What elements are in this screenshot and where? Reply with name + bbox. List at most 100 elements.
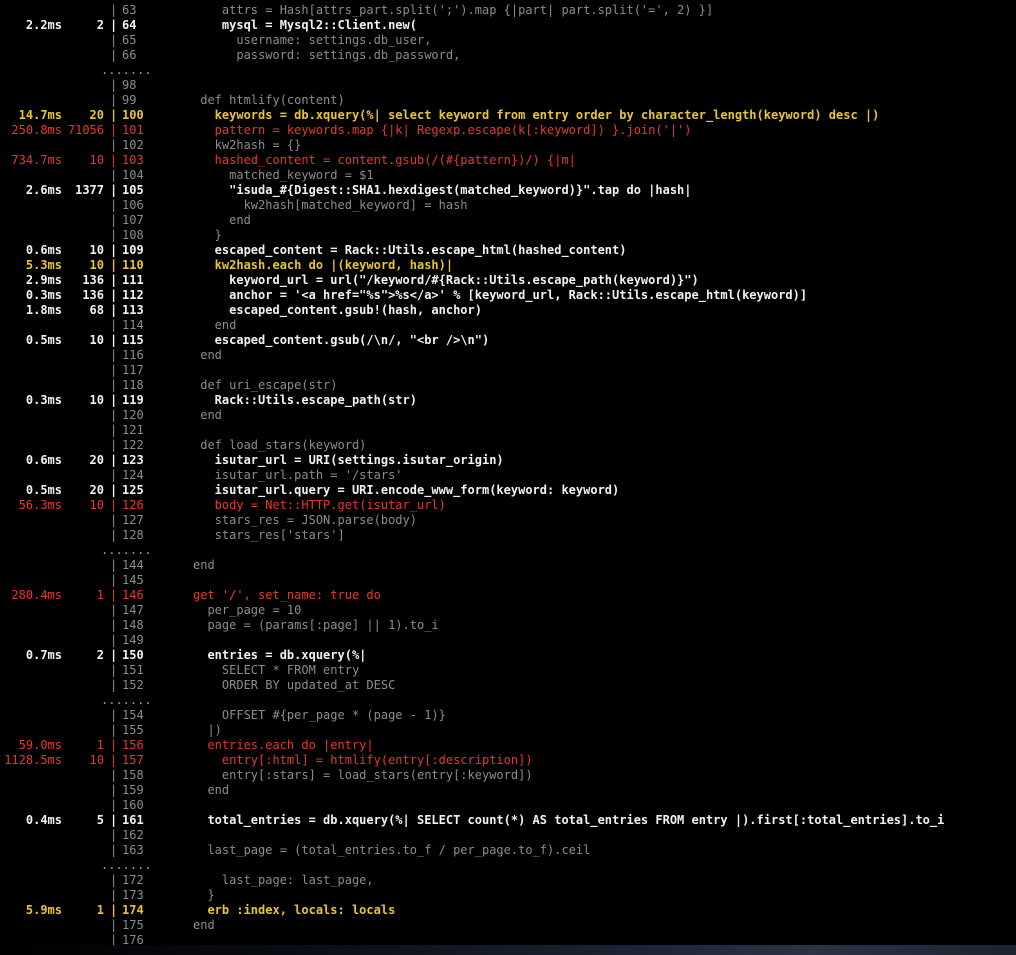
source-code: end xyxy=(193,408,222,422)
profiler-output: | 63 attrs = Hash[attrs_part.split(';').m… xyxy=(0,3,1016,948)
column-separator: | xyxy=(110,333,118,347)
source-code: keywords = db.xquery(%| select keyword f… xyxy=(193,108,880,122)
column-separator: | xyxy=(110,108,118,122)
code-line: 2.6ms 1377 | 105 "isuda_#{Digest::SHA1.hexd… xyxy=(0,183,1016,198)
code-line: 5.3ms 10 | 110 kw2hash.each do |(keyword, h… xyxy=(0,258,1016,273)
column-separator: | xyxy=(110,153,118,167)
column-separator: | xyxy=(110,243,118,257)
line-number: 175 xyxy=(122,918,144,932)
line-time: 0.3ms xyxy=(25,393,62,407)
source-code: SELECT * FROM entry xyxy=(193,663,360,677)
line-number: 106 xyxy=(122,198,144,212)
code-line: 0.7ms 2 | 150 entries = db.xquery(%| xyxy=(0,648,1016,663)
column-separator: | xyxy=(110,273,118,287)
column-separator: | xyxy=(110,48,118,62)
source-code: hashed_content = content.gsub(/(#{patter… xyxy=(193,153,576,167)
column-separator: | xyxy=(110,453,118,467)
source-code: escaped_content = Rack::Utils.escape_htm… xyxy=(193,243,627,257)
source-code: last_page = (total_entries.to_f / per_pa… xyxy=(193,843,591,857)
line-calls: 2 xyxy=(96,648,104,662)
line-number: 102 xyxy=(122,138,144,152)
line-calls: 20 xyxy=(89,453,104,467)
column-separator: | xyxy=(110,168,118,182)
line-time: 0.6ms xyxy=(25,243,62,257)
line-time: 1128.5ms xyxy=(4,753,62,767)
source-code: |) xyxy=(193,723,222,737)
column-separator: | xyxy=(110,603,118,617)
line-calls: 1377 xyxy=(75,183,104,197)
desktop-background-strip xyxy=(0,945,1016,955)
code-line: 0.3ms 10 | 119 Rack::Utils.escape_path(str) xyxy=(0,393,1016,408)
code-line: | 104 matched_keyword = $1 xyxy=(0,168,1016,183)
line-calls: 10 xyxy=(89,243,104,257)
line-time: 59.0ms xyxy=(18,738,62,752)
line-number: 120 xyxy=(122,408,144,422)
column-separator: | xyxy=(110,873,118,887)
line-number: 172 xyxy=(122,873,144,887)
line-calls: 68 xyxy=(89,303,104,317)
line-number: 108 xyxy=(122,228,144,242)
line-number: 154 xyxy=(122,708,144,722)
source-code: end xyxy=(193,318,237,332)
source-code: OFFSET #{per_page * (page - 1)} xyxy=(193,708,446,722)
code-line: | 172 last_page: last_page, xyxy=(0,873,1016,888)
code-line: | 152 ORDER BY updated_at DESC xyxy=(0,678,1016,693)
code-line: | 66 password: settings.db_password, xyxy=(0,48,1016,63)
source-code: isutar_url.path = '/stars' xyxy=(193,468,403,482)
line-calls: 1 xyxy=(96,903,104,917)
line-time: 2.9ms xyxy=(25,273,62,287)
line-calls: 136 xyxy=(82,273,104,287)
line-calls: 71056 xyxy=(67,123,104,137)
line-time: 0.5ms xyxy=(25,333,62,347)
source-code: erb :index, locals: locals xyxy=(193,903,396,917)
column-separator: | xyxy=(110,798,118,812)
line-calls: 1 xyxy=(96,738,104,752)
code-line: | 107 end xyxy=(0,213,1016,228)
column-separator: | xyxy=(110,183,118,197)
column-separator: | xyxy=(110,723,118,737)
line-number: 159 xyxy=(122,783,144,797)
column-separator: | xyxy=(110,888,118,902)
code-line: 280.4ms 1 | 146 get '/', set_name: true do xyxy=(0,588,1016,603)
source-code: get '/', set_name: true do xyxy=(193,588,381,602)
source-code: mysql = Mysql2::Client.new( xyxy=(193,18,417,32)
column-separator: | xyxy=(110,288,118,302)
source-code: } xyxy=(193,888,215,902)
code-line: | 147 per_page = 10 xyxy=(0,603,1016,618)
code-line: | 127 stars_res = JSON.parse(body) xyxy=(0,513,1016,528)
column-separator: | xyxy=(110,348,118,362)
column-separator: | xyxy=(110,498,118,512)
column-separator: | xyxy=(110,663,118,677)
code-line: | 117 xyxy=(0,363,1016,378)
source-code: } xyxy=(193,228,222,242)
column-separator: | xyxy=(110,363,118,377)
line-number: 151 xyxy=(122,663,144,677)
code-line: 0.3ms 136 | 112 anchor = '<a href="%s">%s</… xyxy=(0,288,1016,303)
code-line: | 98 xyxy=(0,78,1016,93)
source-code: end xyxy=(193,783,230,797)
column-separator: | xyxy=(110,483,118,497)
code-line: 0.5ms 10 | 115 escaped_content.gsub(/\n/, "… xyxy=(0,333,1016,348)
code-line: | 158 entry[:stars] = load_stars(entry[:k… xyxy=(0,768,1016,783)
terminal-window: | 63 attrs = Hash[attrs_part.split(';').m… xyxy=(0,0,1016,955)
source-code: username: settings.db_user, xyxy=(193,33,432,47)
line-calls: 1 xyxy=(96,588,104,602)
code-line: | 124 isutar_url.path = '/stars' xyxy=(0,468,1016,483)
code-line: | 122 def load_stars(keyword) xyxy=(0,438,1016,453)
code-line: | 63 attrs = Hash[attrs_part.split(';').m… xyxy=(0,3,1016,18)
column-separator: | xyxy=(110,513,118,527)
line-time: 734.7ms xyxy=(11,153,62,167)
line-time: 5.9ms xyxy=(25,903,62,917)
source-code: escaped_content.gsub!(hash, anchor) xyxy=(193,303,482,317)
column-separator: | xyxy=(110,588,118,602)
line-number: 99 xyxy=(122,93,137,107)
ellipsis-row: ....... xyxy=(0,63,1016,78)
code-line: | 162 xyxy=(0,828,1016,843)
code-line: | 175 end xyxy=(0,918,1016,933)
line-number: 156 xyxy=(122,738,144,752)
column-separator: | xyxy=(110,813,118,827)
line-number: 123 xyxy=(122,453,144,467)
line-number: 173 xyxy=(122,888,144,902)
code-line: 56.3ms 10 | 126 body = Net::HTTP.get(isutar… xyxy=(0,498,1016,513)
line-calls: 136 xyxy=(82,288,104,302)
